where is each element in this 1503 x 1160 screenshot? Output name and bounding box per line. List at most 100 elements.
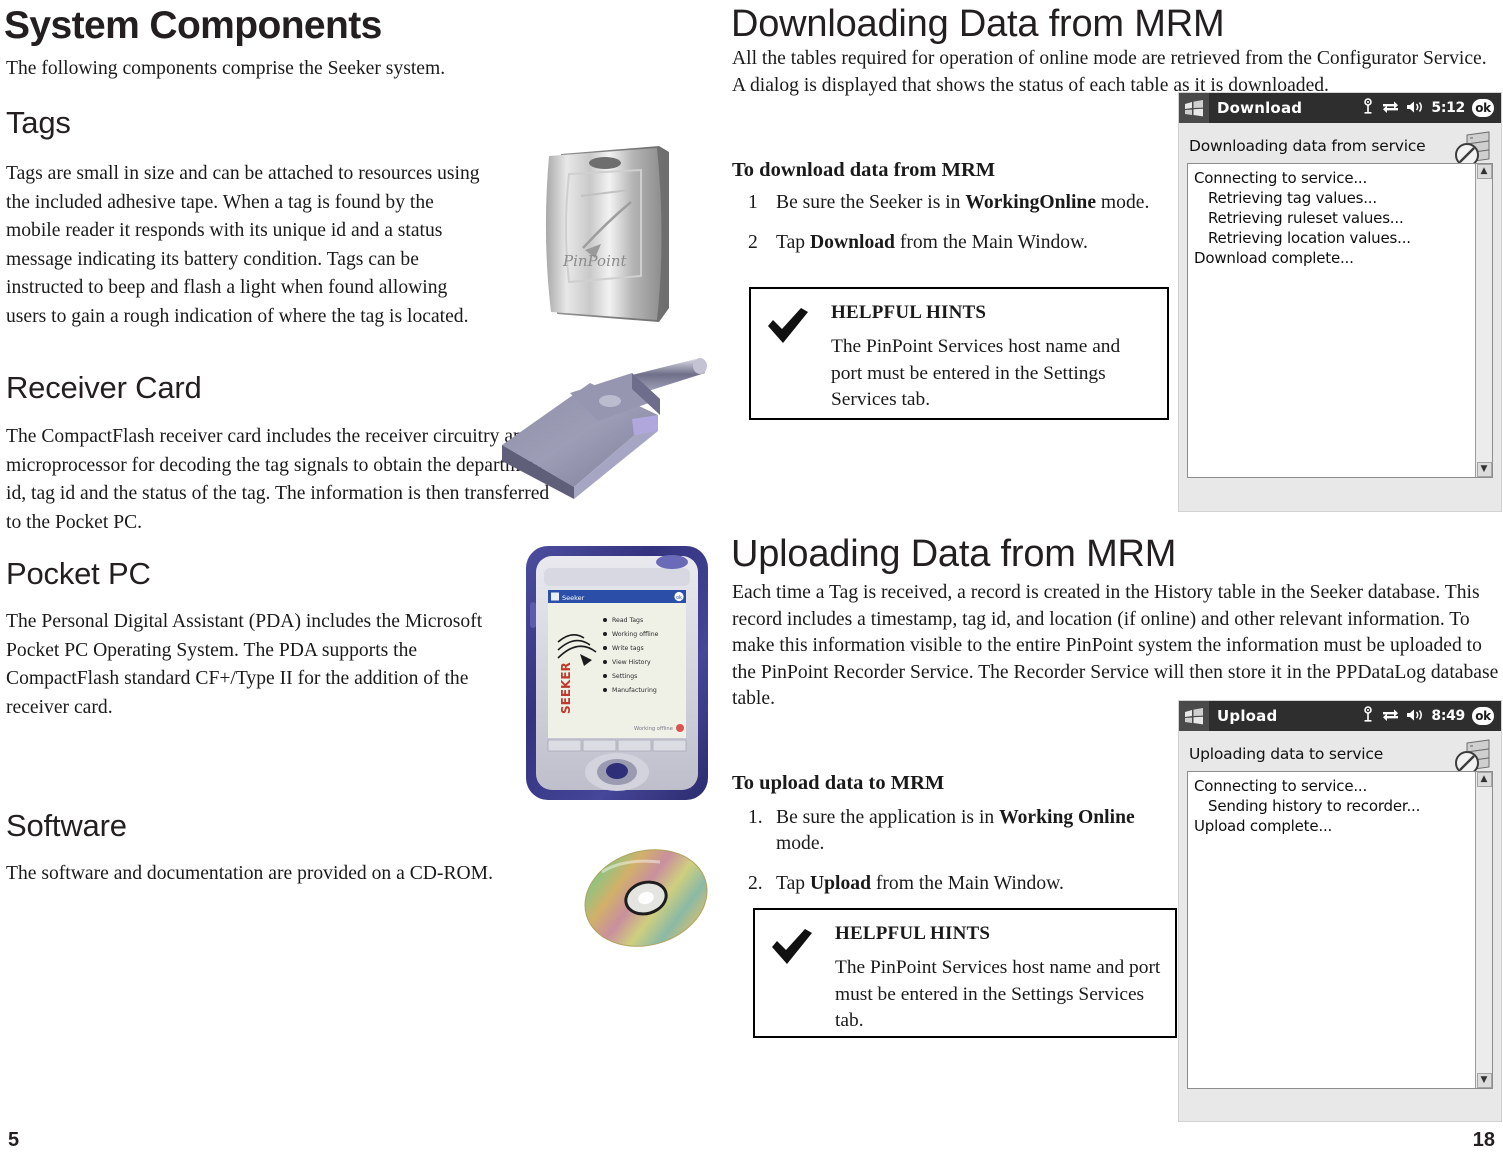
ppc-status-tray: 8:49 ok [1361, 706, 1501, 726]
svg-text:Manufacturing: Manufacturing [612, 687, 657, 694]
section-body-software: The software and documentation are provi… [6, 863, 493, 884]
section-heading-receiver-card: Receiver Card [6, 370, 202, 405]
checkmark-icon [765, 301, 827, 404]
ppc-window-title: Download [1217, 99, 1303, 117]
step-text-after: mode. [776, 833, 825, 854]
page-number-left: 5 [8, 1129, 20, 1151]
vertical-scrollbar[interactable]: ▲ ▼ [1475, 164, 1492, 477]
cd-rom-photo [574, 836, 724, 956]
antenna-icon[interactable] [1361, 98, 1375, 118]
download-caption: Downloading data from service [1189, 137, 1426, 155]
section-heading-pocket-pc: Pocket PC [6, 556, 151, 591]
step-number: 1 [748, 192, 758, 213]
hints-title: HELPFUL HINTS [831, 302, 987, 323]
windows-logo-icon [1179, 701, 1209, 731]
step-text-bold: Working Online [999, 807, 1135, 828]
upload-dialog-screenshot: Upload 8:49 ok Uploading data to service… [1178, 700, 1502, 1122]
ppc-ok-button[interactable]: ok [1472, 707, 1494, 725]
svg-text:Settings: Settings [612, 673, 637, 680]
hints-text: The PinPoint Services host name and port… [835, 957, 1161, 1031]
scroll-down-icon[interactable]: ▼ [1476, 462, 1492, 477]
step-text-before: Be sure the Seeker is in [776, 192, 966, 213]
download-section-title: Downloading Data from MRM [731, 3, 1225, 45]
log-line: Retrieving ruleset values... [1208, 209, 1404, 227]
list-item: 1. Be sure the application is in Working… [732, 805, 1157, 857]
compactflash-receiver-card-photo [482, 357, 710, 505]
step-text-bold: Download [810, 232, 895, 253]
speaker-icon[interactable] [1406, 707, 1424, 726]
download-dialog-screenshot: Download 5:12 ok Downloading data from s… [1178, 92, 1502, 512]
svg-text:SEEKER: SEEKER [559, 662, 573, 714]
ppc-window-title: Upload [1217, 707, 1278, 725]
upload-intro-paragraph: Each time a Tag is received, a record is… [732, 582, 1499, 709]
scroll-up-icon[interactable]: ▲ [1476, 164, 1492, 179]
right-page-column: Downloading Data from MRM All the tables… [731, 0, 1503, 1160]
step-text-before: Tap [776, 873, 810, 894]
upload-helpful-hints-box: HELPFUL HINTS The PinPoint Services host… [753, 908, 1177, 1038]
svg-text:Working offline: Working offline [634, 726, 673, 732]
pocket-pc-pda-photo: Seeker ok SEEKER Read Tags Working offli… [522, 542, 712, 804]
upload-procedure-heading: To upload data to MRM [732, 772, 945, 794]
step-text: Tap Download from the Main Window. [776, 230, 1172, 256]
sync-icon[interactable] [1382, 99, 1399, 118]
svg-text:Read Tags: Read Tags [612, 617, 643, 624]
ppc-titlebar: Upload 8:49 ok [1179, 701, 1501, 731]
step-text: Tap Upload from the Main Window. [776, 871, 1157, 897]
step-number: 2. [748, 873, 763, 894]
speaker-icon[interactable] [1406, 99, 1424, 118]
step-text-before: Tap [776, 232, 810, 253]
section-heading-software: Software [6, 808, 127, 843]
step-text: Be sure the Seeker is in WorkingOnline m… [776, 190, 1172, 216]
scroll-down-icon[interactable]: ▼ [1476, 1073, 1492, 1088]
ppc-status-tray: 5:12 ok [1361, 98, 1501, 118]
download-log-lines: Connecting to service... Retrieving tag … [1188, 164, 1492, 272]
upload-log-lines: Connecting to service... Sending history… [1188, 772, 1492, 840]
svg-text:Write tags: Write tags [612, 645, 644, 652]
upload-steps-list: 1. Be sure the application is in Working… [732, 805, 1157, 911]
hints-body: HELPFUL HINTS The PinPoint Services host… [827, 301, 1153, 410]
scroll-up-icon[interactable]: ▲ [1476, 772, 1492, 787]
intro-paragraph: The following components comprise the Se… [6, 58, 446, 79]
checkmark-icon [769, 922, 831, 1022]
step-text: Be sure the application is in Working On… [776, 805, 1157, 857]
ppc-ok-button[interactable]: ok [1472, 99, 1494, 117]
upload-section-title: Uploading Data from MRM [731, 533, 1177, 575]
step-text-after: from the Main Window. [894, 232, 1088, 253]
step-text-before: Be sure the application is in [776, 807, 1000, 828]
download-procedure-heading: To download data from MRM [732, 159, 996, 181]
svg-text:View History: View History [612, 659, 651, 666]
download-helpful-hints-box: HELPFUL HINTS The PinPoint Services host… [749, 287, 1169, 420]
left-page-column: System Components The following componen… [4, 0, 720, 1160]
log-line: Upload complete... [1194, 817, 1333, 835]
step-text-after: mode. [1096, 192, 1150, 213]
ppc-titlebar: Download 5:12 ok [1179, 93, 1501, 123]
section-heading-tags: Tags [6, 105, 71, 140]
log-line: Connecting to service... [1194, 777, 1368, 795]
upload-log-listbox[interactable]: Connecting to service... Sending history… [1187, 771, 1493, 1089]
download-steps-list: 1 Be sure the Seeker is in WorkingOnline… [732, 190, 1172, 270]
document-page: System Components The following componen… [0, 0, 1503, 1160]
hints-body: HELPFUL HINTS The PinPoint Services host… [831, 922, 1161, 1031]
page-number-right: 18 [1472, 1129, 1495, 1151]
section-body-pocket-pc: The Personal Digital Assistant (PDA) inc… [6, 611, 483, 718]
svg-text:ok: ok [676, 595, 682, 601]
windows-logo-icon [1179, 93, 1209, 123]
step-text-bold: WorkingOnline [965, 192, 1097, 213]
sync-icon[interactable] [1382, 707, 1399, 726]
log-line: Sending history to recorder... [1208, 797, 1421, 815]
ppc-client-area: Uploading data to service Connecting to … [1179, 731, 1501, 1089]
step-number: 2 [748, 232, 758, 253]
section-body-tags: Tags are small in size and can be attach… [6, 163, 480, 327]
download-log-listbox[interactable]: Connecting to service... Retrieving tag … [1187, 163, 1493, 478]
antenna-icon[interactable] [1361, 706, 1375, 726]
ppc-client-area: Downloading data from service Connecting… [1179, 123, 1501, 478]
hints-text: The PinPoint Services host name and port… [831, 336, 1121, 410]
step-text-after: from the Main Window. [870, 873, 1064, 894]
vertical-scrollbar[interactable]: ▲ ▼ [1475, 772, 1492, 1088]
hints-title: HELPFUL HINTS [835, 923, 991, 944]
svg-text:Working offline: Working offline [612, 631, 659, 638]
list-item: 1 Be sure the Seeker is in WorkingOnline… [732, 190, 1172, 216]
svg-text:Seeker: Seeker [562, 594, 585, 602]
pinpoint-tag-photo: PinPoint [509, 136, 699, 341]
log-line: Retrieving location values... [1208, 229, 1411, 247]
